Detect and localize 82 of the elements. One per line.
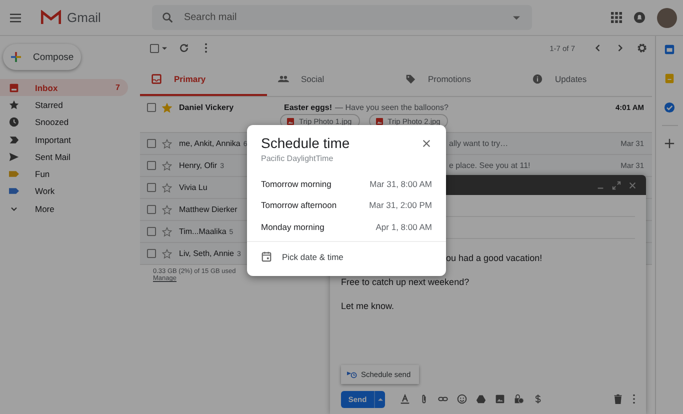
search-field[interactable]: Search mail	[152, 5, 532, 30]
dollar-icon[interactable]	[533, 394, 543, 404]
checkbox[interactable]	[147, 103, 156, 112]
plus-icon[interactable]	[664, 138, 675, 149]
refresh-icon[interactable]	[179, 43, 189, 53]
close-icon[interactable]	[628, 180, 637, 190]
settings-icon[interactable]	[637, 43, 647, 53]
sidebar-item[interactable]: Fun	[0, 165, 128, 183]
checkbox[interactable]	[147, 205, 156, 214]
sender-name: Matthew Dierker	[179, 205, 238, 214]
category-tab[interactable]: Updates	[521, 64, 648, 96]
expand-icon[interactable]	[612, 180, 621, 190]
dialog-title: Schedule time	[261, 135, 350, 151]
schedule-option[interactable]: Tomorrow afternoon Mar 31, 2:00 PM	[247, 194, 446, 216]
photo-icon[interactable]	[495, 394, 505, 404]
bell-icon[interactable]	[634, 12, 645, 23]
star-icon[interactable]	[162, 138, 172, 148]
checkbox[interactable]	[147, 227, 156, 236]
send-icon	[9, 152, 19, 162]
caret-up-icon	[378, 398, 382, 400]
emoji-icon[interactable]	[457, 394, 467, 404]
important-marker-icon	[9, 134, 19, 145]
message-body-line: Free to catch up next weekend?	[341, 277, 470, 288]
tag-icon	[405, 74, 416, 84]
trash-icon[interactable]	[613, 394, 623, 404]
star-icon[interactable]	[162, 204, 172, 214]
checkbox[interactable]	[147, 183, 156, 192]
sender-name: me, Ankit, Annika	[179, 139, 240, 148]
apps-grid-icon[interactable]	[611, 12, 622, 23]
schedule-option[interactable]: Monday morning Apr 1, 8:00 AM	[247, 216, 446, 238]
link-icon[interactable]	[438, 394, 448, 404]
checkbox[interactable]	[150, 44, 159, 52]
checkbox[interactable]	[147, 139, 156, 148]
email-snippet: — Have you seen the balloons?	[335, 103, 448, 112]
clock-icon	[9, 117, 19, 128]
checkmark-circle-icon[interactable]	[664, 102, 675, 113]
caret-icon[interactable]	[512, 16, 520, 20]
sender-name: Daniel Vickery	[179, 103, 234, 112]
email-snippet: e place. See you at 11!	[449, 161, 530, 170]
sender-name: Vivia Lu	[179, 183, 208, 192]
email-subject: Easter eggs!	[284, 103, 332, 112]
app-name: Gmail	[67, 10, 101, 25]
menu-icon[interactable]	[10, 12, 21, 22]
sender-name: Tim...Maalika	[179, 227, 226, 236]
schedule-option[interactable]: Tomorrow morning Mar 31, 8:00 AM	[247, 173, 446, 194]
sidebar-item[interactable]: Sent Mail	[0, 148, 128, 166]
close-icon[interactable]	[422, 138, 431, 148]
people-icon	[278, 74, 289, 84]
plus-icon	[11, 52, 21, 62]
sidebar-item[interactable]: Important	[0, 130, 128, 148]
send-options-button[interactable]	[374, 390, 385, 408]
star-icon	[9, 100, 19, 110]
sidebar-item[interactable]: Work	[0, 182, 128, 200]
text-format-icon[interactable]	[400, 394, 410, 404]
avatar[interactable]	[657, 8, 677, 28]
category-tab[interactable]: Social	[267, 64, 394, 96]
clock-send-icon	[347, 370, 357, 379]
checkbox[interactable]	[147, 161, 156, 170]
inbox-icon	[9, 82, 19, 93]
sender-name: Henry, Ofir	[179, 161, 218, 170]
pick-date-time-option[interactable]: Pick date & time	[247, 242, 446, 272]
sidebar-item[interactable]: Starred	[0, 96, 128, 114]
lock-clock-icon[interactable]	[514, 394, 524, 404]
info-icon	[532, 74, 543, 84]
sender-name: Liv, Seth, Annie	[179, 249, 234, 258]
sidebar-item[interactable]: More	[0, 200, 128, 218]
star-icon[interactable]	[162, 248, 172, 258]
timezone-text: Pacific DaylightTime	[261, 154, 334, 163]
caret-icon[interactable]	[162, 46, 167, 50]
star-icon[interactable]	[162, 102, 172, 112]
sidebar-item[interactable]: Snoozed	[0, 114, 128, 131]
star-icon[interactable]	[162, 226, 172, 236]
more-vertical-icon[interactable]	[632, 394, 636, 404]
email-snippet: ally want to try…	[449, 139, 508, 148]
search-icon	[162, 12, 173, 23]
star-icon[interactable]	[162, 160, 172, 170]
compose-button[interactable]: Compose	[3, 44, 81, 70]
checkbox[interactable]	[147, 249, 156, 258]
star-icon[interactable]	[162, 182, 172, 192]
message-body-line: Let me know.	[341, 301, 396, 312]
inbox-icon	[151, 74, 162, 84]
category-tab[interactable]: Promotions	[394, 64, 521, 96]
